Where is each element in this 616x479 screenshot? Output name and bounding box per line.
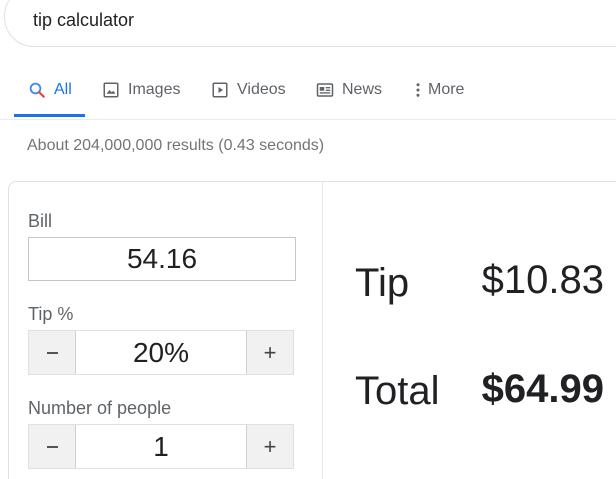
minus-icon xyxy=(46,351,58,354)
total-label: Total xyxy=(355,369,440,413)
tab-images[interactable]: Images xyxy=(102,78,180,118)
people-stepper: 1 + xyxy=(28,424,294,469)
minus-icon xyxy=(46,445,58,448)
tab-videos[interactable]: Videos xyxy=(211,78,286,118)
search-icon xyxy=(29,82,45,98)
active-tab-indicator xyxy=(14,114,85,117)
tip-decrement-button[interactable] xyxy=(29,331,75,374)
tab-news[interactable]: News xyxy=(316,78,382,118)
people-label: Number of people xyxy=(28,398,172,418)
people-increment-button[interactable]: + xyxy=(247,425,293,468)
bill-label: Bill xyxy=(28,211,53,231)
tab-videos-label: Videos xyxy=(237,81,286,98)
people-decrement-button[interactable] xyxy=(29,425,75,468)
tip-percent-value: 20% xyxy=(132,336,190,368)
total-value: $64.99 xyxy=(481,367,604,411)
page: tip calculator All Images Videos News Mo… xyxy=(0,0,616,479)
tip-percent-stepper: 20% + xyxy=(28,330,294,375)
tab-more-label: More xyxy=(428,81,465,98)
play-icon xyxy=(212,82,228,98)
people-value: 1 xyxy=(153,430,169,462)
people-input[interactable]: 1 xyxy=(75,425,247,468)
tab-more[interactable]: More xyxy=(414,78,464,118)
tip-result-value: $10.83 xyxy=(481,258,604,302)
tip-percent-label: Tip % xyxy=(28,304,74,324)
card-divider xyxy=(322,182,323,479)
more-vert-icon xyxy=(416,83,420,97)
news-icon xyxy=(316,83,334,97)
tip-result-label: Tip xyxy=(355,261,410,305)
results-count: About 204,000,000 results (0.43 seconds) xyxy=(27,137,325,154)
tip-percent-input[interactable]: 20% xyxy=(75,331,247,374)
image-icon xyxy=(103,82,119,98)
search-tabs: All Images Videos News More xyxy=(0,78,616,120)
bill-input[interactable]: 54.16 xyxy=(28,237,296,281)
bill-value: 54.16 xyxy=(126,243,198,274)
tab-all[interactable]: All xyxy=(28,78,72,118)
plus-icon: + xyxy=(263,433,277,459)
tab-all-label: All xyxy=(54,81,72,98)
search-box[interactable]: tip calculator xyxy=(4,0,616,47)
plus-icon: + xyxy=(263,339,277,365)
tab-images-label: Images xyxy=(128,81,181,98)
search-input[interactable]: tip calculator xyxy=(33,8,134,32)
tabs-divider xyxy=(0,119,616,120)
tab-news-label: News xyxy=(342,81,383,98)
tip-increment-button[interactable]: + xyxy=(247,331,293,374)
